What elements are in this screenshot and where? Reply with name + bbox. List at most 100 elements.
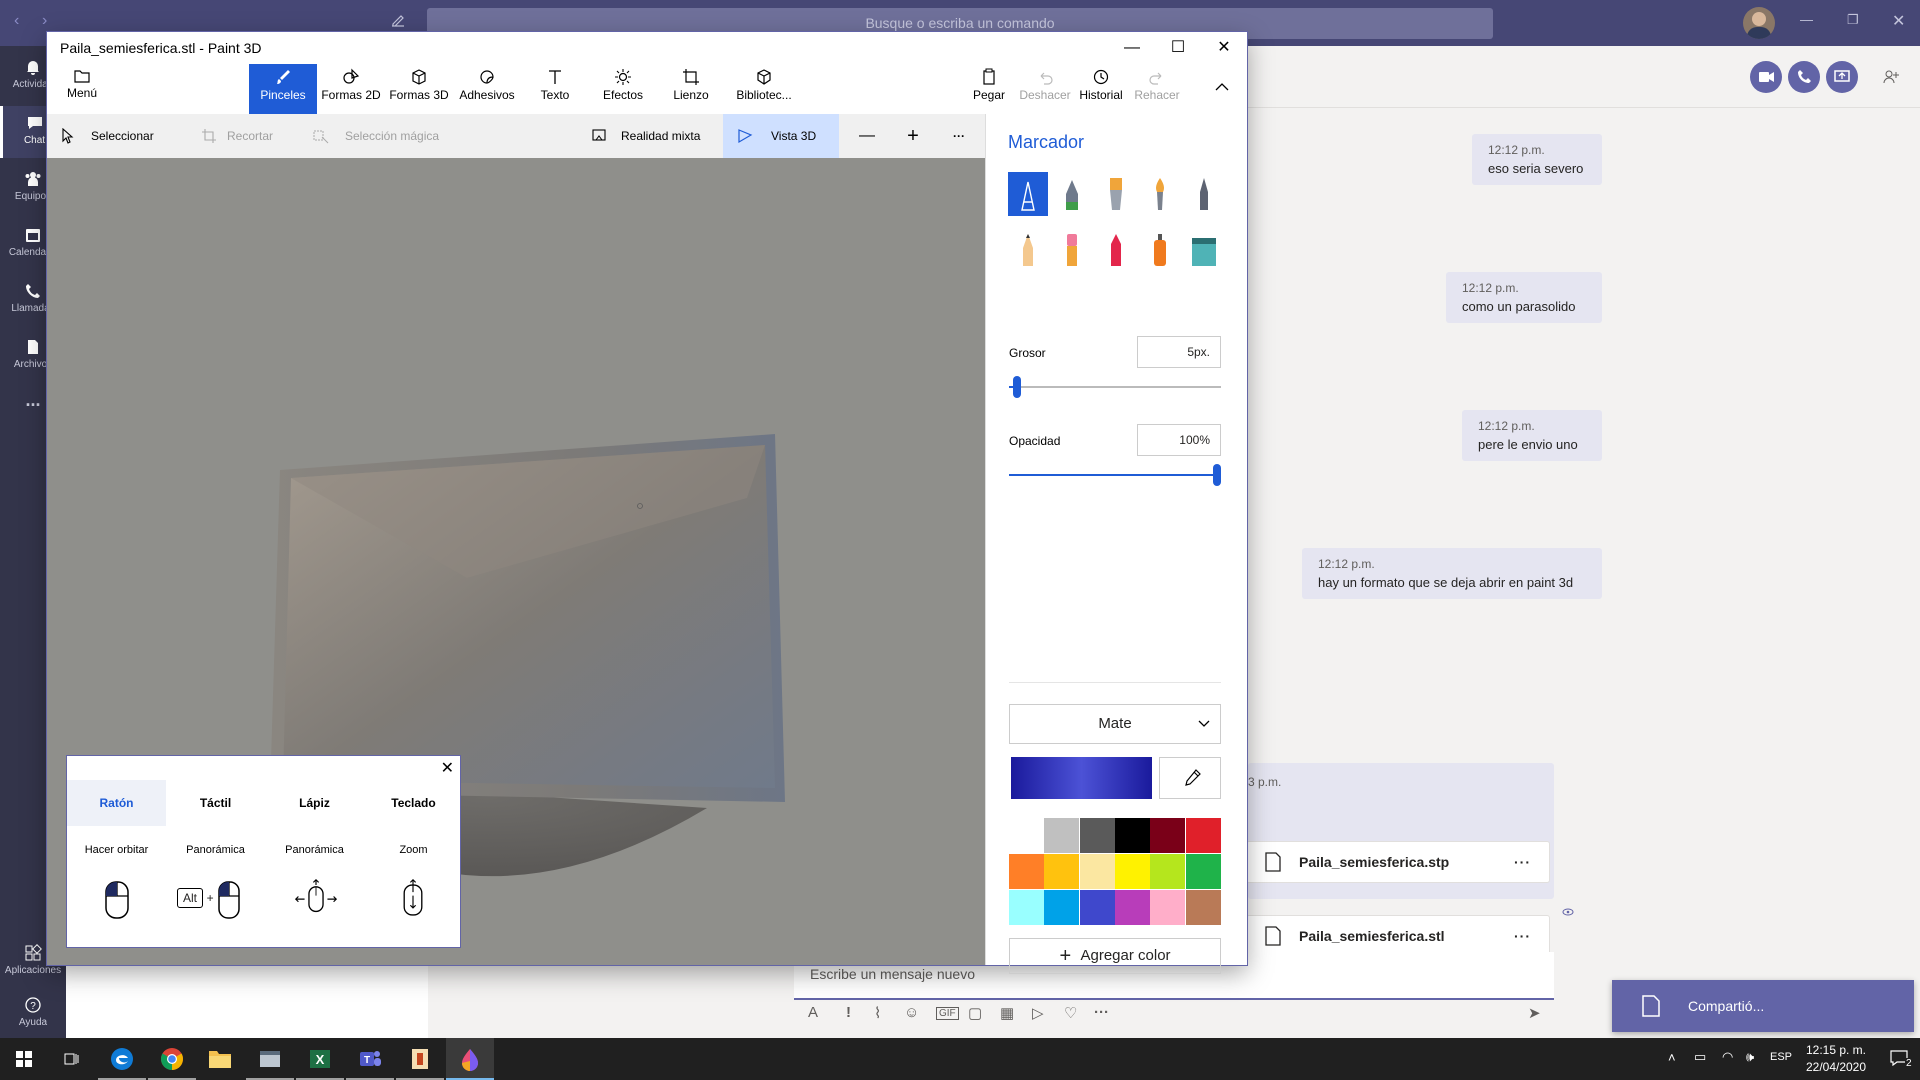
notification-center-button[interactable]: 2 <box>1878 1038 1920 1080</box>
minimize-icon[interactable]: — <box>1109 32 1155 64</box>
taskbar-file-explorer[interactable] <box>196 1038 244 1080</box>
important-icon[interactable]: ! <box>846 1004 851 1021</box>
zoom-in-button[interactable]: + <box>897 114 929 158</box>
add-color-button[interactable]: + Agregar color <box>1009 938 1221 974</box>
calligraphy-pen-brush[interactable] <box>1052 172 1092 216</box>
color-swatch[interactable] <box>1009 818 1044 853</box>
file-card[interactable]: Paila_semiesferica.stp ··· <box>1246 841 1550 883</box>
pencil-brush[interactable] <box>1008 228 1048 272</box>
mixed-reality-button[interactable]: Realidad mixta <box>587 114 707 158</box>
marker-brush[interactable] <box>1008 172 1048 216</box>
current-color-swatch[interactable] <box>1011 757 1152 799</box>
color-swatch[interactable] <box>1185 854 1221 889</box>
send-icon[interactable]: ➤ <box>1528 1004 1541 1022</box>
color-swatch[interactable] <box>1079 818 1115 853</box>
crayon-brush[interactable] <box>1096 228 1136 272</box>
taskbar-edge[interactable] <box>98 1038 146 1080</box>
taskbar-app[interactable] <box>246 1038 294 1080</box>
close-icon[interactable]: ✕ <box>1892 11 1905 31</box>
more-options-icon[interactable]: ··· <box>1094 1004 1109 1021</box>
paste-button[interactable]: Pegar <box>961 64 1017 114</box>
magic-select-tool[interactable]: Selección mágica <box>307 114 447 158</box>
meeting-icon[interactable]: ▦ <box>1000 1004 1014 1022</box>
eraser-brush[interactable] <box>1052 228 1092 272</box>
message-bubble[interactable]: 12:12 p.m. pere le envio uno <box>1462 410 1602 461</box>
zoom-out-button[interactable]: — <box>851 114 883 158</box>
taskbar-paint3d[interactable] <box>446 1038 494 1080</box>
attach-icon[interactable]: ⌇ <box>874 1004 881 1022</box>
color-swatch[interactable] <box>1009 854 1044 889</box>
view-3d-toggle[interactable]: Vista 3D <box>723 114 839 158</box>
thickness-slider-thumb[interactable] <box>1013 376 1021 398</box>
color-swatch[interactable] <box>1150 854 1186 889</box>
color-swatch[interactable] <box>1114 890 1150 925</box>
close-icon[interactable]: ✕ <box>441 758 454 778</box>
more-options-icon[interactable]: ··· <box>943 114 975 158</box>
audio-call-button[interactable] <box>1788 61 1820 93</box>
more-options-icon[interactable]: ··· <box>1514 842 1531 882</box>
message-bubble[interactable]: 12:12 p.m. eso seria severo <box>1472 134 1602 185</box>
opacity-slider[interactable] <box>1009 464 1221 486</box>
redo-button[interactable]: Rehacer <box>1129 64 1185 114</box>
taskbar-excel[interactable]: X <box>296 1038 344 1080</box>
color-swatch[interactable] <box>1079 890 1115 925</box>
minimize-icon[interactable]: — <box>1800 12 1813 27</box>
file-card[interactable]: Paila_semiesferica.stl ··· <box>1246 915 1550 957</box>
tab-brushes[interactable]: Pinceles <box>249 64 317 114</box>
wifi-icon[interactable]: ◠ <box>1722 1049 1733 1065</box>
taskbar-chrome[interactable] <box>148 1038 196 1080</box>
tab-library[interactable]: Bibliotec... <box>725 64 803 114</box>
volume-icon[interactable]: 🕪 <box>1746 1049 1754 1065</box>
oil-brush[interactable] <box>1096 172 1136 216</box>
tab-effects[interactable]: Efectos <box>589 64 657 114</box>
tab-pen[interactable]: Lápiz <box>265 780 364 826</box>
color-swatch[interactable] <box>1185 890 1221 925</box>
start-button[interactable] <box>0 1038 48 1080</box>
finish-dropdown[interactable]: Mate <box>1009 704 1221 744</box>
collapse-ribbon-button[interactable] <box>1197 64 1247 114</box>
undo-button[interactable]: Deshacer <box>1017 64 1073 114</box>
color-swatch[interactable] <box>1044 854 1080 889</box>
share-screen-button[interactable] <box>1826 61 1858 93</box>
color-swatch[interactable] <box>1150 818 1186 853</box>
thickness-input[interactable]: 5px. <box>1137 336 1221 368</box>
tab-canvas[interactable]: Lienzo <box>657 64 725 114</box>
avatar[interactable] <box>1743 7 1775 39</box>
add-people-icon[interactable] <box>1882 68 1900 86</box>
crop-tool[interactable]: Recortar <box>193 114 293 158</box>
rail-item-help[interactable]: ? Ayuda <box>0 988 66 1040</box>
clock[interactable]: 12:15 p. m. 22/04/2020 <box>1800 1042 1872 1076</box>
tab-keyboard[interactable]: Teclado <box>364 780 463 826</box>
select-tool[interactable]: Seleccionar <box>53 114 163 158</box>
color-swatch[interactable] <box>1114 854 1150 889</box>
fill-brush[interactable] <box>1184 228 1224 272</box>
tab-touch[interactable]: Táctil <box>166 780 265 826</box>
opacity-input[interactable]: 100% <box>1137 424 1221 456</box>
color-swatch[interactable] <box>1114 818 1150 853</box>
color-swatch[interactable] <box>1150 890 1186 925</box>
opacity-slider-thumb[interactable] <box>1213 464 1221 486</box>
menu-button[interactable]: Menú <box>47 64 117 114</box>
eyedropper-button[interactable] <box>1159 757 1221 799</box>
color-swatch[interactable] <box>1009 890 1044 925</box>
tab-stickers[interactable]: Adhesivos <box>453 64 521 114</box>
tab-shapes-3d[interactable]: Formas 3D <box>385 64 453 114</box>
gif-icon[interactable]: GIF <box>936 1007 959 1020</box>
taskbar-teams[interactable]: T <box>346 1038 394 1080</box>
language-indicator[interactable]: ESP <box>1770 1051 1792 1063</box>
thickness-slider[interactable] <box>1009 376 1221 398</box>
close-icon[interactable]: ✕ <box>1201 32 1247 64</box>
watercolor-brush[interactable] <box>1140 172 1180 216</box>
battery-icon[interactable]: ▭ <box>1694 1049 1706 1065</box>
task-view-button[interactable] <box>48 1038 96 1080</box>
history-button[interactable]: Historial <box>1073 64 1129 114</box>
tab-shapes-2d[interactable]: Formas 2D <box>317 64 385 114</box>
color-swatch[interactable] <box>1079 854 1115 889</box>
message-bubble[interactable]: 12:12 p.m. hay un formato que se deja ab… <box>1302 548 1602 599</box>
message-bubble[interactable]: 12:12 p.m. como un parasolido <box>1446 272 1602 323</box>
taskbar-app-2[interactable] <box>396 1038 444 1080</box>
more-options-icon[interactable]: ··· <box>1514 916 1531 956</box>
format-icon[interactable]: A <box>808 1004 818 1021</box>
maximize-icon[interactable]: ☐ <box>1155 32 1201 64</box>
color-swatch[interactable] <box>1044 890 1080 925</box>
